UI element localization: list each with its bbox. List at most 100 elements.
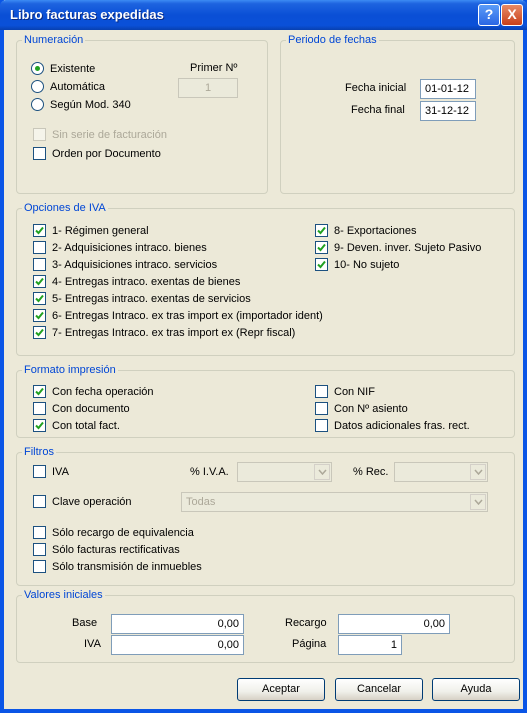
iva-option-checkbox-3[interactable]: 3- Adquisiciones intraco. servicios (33, 258, 217, 271)
recargo-equivalencia-checkbox[interactable]: Sólo recargo de equivalencia (33, 526, 194, 539)
pct-rec-select[interactable] (394, 462, 488, 482)
chevron-down-icon[interactable] (470, 494, 486, 510)
iva-option-box-8[interactable] (315, 224, 328, 237)
recargo-equivalencia-box[interactable] (33, 526, 46, 539)
iva-option-checkbox-9[interactable]: 9- Deven. inver. Sujeto Pasivo (315, 241, 481, 254)
pagina-input[interactable]: 1 (338, 635, 402, 655)
orden-documento-box[interactable] (33, 147, 46, 160)
iva-option-box-2[interactable] (33, 241, 46, 254)
iva-option-label-4: 4- Entregas intraco. exentas de bienes (52, 275, 241, 288)
radio-automatica[interactable]: Automática (31, 80, 105, 93)
formato-option-label-1: Con fecha operación (52, 385, 154, 398)
periodo-legend: Periodo de fechas (288, 34, 377, 46)
filtro-iva-label: IVA (52, 465, 69, 478)
iva-option-label-1: 1- Régimen general (52, 224, 149, 237)
iva-option-label-8: 8- Exportaciones (334, 224, 417, 237)
iva-option-checkbox-7[interactable]: 7- Entregas Intraco. ex tras import ex (… (33, 326, 295, 339)
formato-option-box-5[interactable] (315, 402, 328, 415)
recargo-equivalencia-label: Sólo recargo de equivalencia (52, 526, 194, 539)
formato-option-box-3[interactable] (33, 419, 46, 432)
fecha-final-input[interactable]: 31-12-12 (420, 101, 476, 121)
iva-option-box-3[interactable] (33, 258, 46, 271)
formato-option-box-4[interactable] (315, 385, 328, 398)
iva-option-checkbox-6[interactable]: 6- Entregas Intraco. ex tras import ex (… (33, 309, 323, 322)
iva-option-box-1[interactable] (33, 224, 46, 237)
iva-valor-input[interactable]: 0,00 (111, 635, 244, 655)
iva-option-checkbox-4[interactable]: 4- Entregas intraco. exentas de bienes (33, 275, 240, 288)
iva-option-box-6[interactable] (33, 309, 46, 322)
filtro-iva-box[interactable] (33, 465, 46, 478)
orden-documento-label: Orden por Documento (52, 147, 161, 160)
facturas-rectificativas-box[interactable] (33, 543, 46, 556)
ayuda-button[interactable]: Ayuda (432, 678, 520, 701)
transmision-inmuebles-checkbox[interactable]: Sólo transmisión de inmuebles (33, 560, 202, 573)
radio-segun-indicator[interactable] (31, 98, 44, 111)
formato-option-label-6: Datos adicionales fras. rect. (334, 419, 470, 432)
formato-option-box-2[interactable] (33, 402, 46, 415)
radio-automatica-indicator[interactable] (31, 80, 44, 93)
iva-option-box-7[interactable] (33, 326, 46, 339)
formato-option-checkbox-1[interactable]: Con fecha operación (33, 385, 154, 398)
iva-option-checkbox-10[interactable]: 10- No sujeto (315, 258, 399, 271)
radio-segun-label: Según Mod. 340 (50, 98, 131, 111)
facturas-rectificativas-checkbox[interactable]: Sólo facturas rectificativas (33, 543, 180, 556)
valores-legend: Valores iniciales (24, 589, 103, 601)
iva-option-checkbox-8[interactable]: 8- Exportaciones (315, 224, 417, 237)
pct-iva-select[interactable] (237, 462, 332, 482)
iva-option-box-4[interactable] (33, 275, 46, 288)
aceptar-button[interactable]: Aceptar (237, 678, 325, 701)
iva-option-checkbox-2[interactable]: 2- Adquisiciones intraco. bienes (33, 241, 207, 254)
chevron-down-icon[interactable] (470, 464, 486, 480)
formato-option-checkbox-4[interactable]: Con NIF (315, 385, 375, 398)
chevron-down-icon[interactable] (314, 464, 330, 480)
fecha-inicial-input[interactable]: 01-01-12 (420, 79, 476, 99)
filtro-iva-checkbox[interactable]: IVA (33, 465, 69, 478)
sin-serie-box[interactable] (33, 128, 46, 141)
primer-numero-label: Primer Nº (190, 62, 238, 74)
window-title: Libro facturas expedidas (10, 7, 164, 22)
radio-segun-mod[interactable]: Según Mod. 340 (31, 98, 131, 111)
radio-existente[interactable]: Existente (31, 62, 95, 75)
pagina-label: Página (292, 638, 327, 650)
iva-option-checkbox-1[interactable]: 1- Régimen general (33, 224, 149, 237)
pct-rec-label: % Rec. (353, 466, 389, 478)
clave-operacion-select[interactable]: Todas (181, 492, 488, 512)
iva-option-label-9: 9- Deven. inver. Sujeto Pasivo (334, 241, 482, 254)
formato-option-checkbox-6[interactable]: Datos adicionales fras. rect. (315, 419, 470, 432)
iva-option-box-5[interactable] (33, 292, 46, 305)
close-button[interactable]: X (501, 4, 523, 26)
recargo-input[interactable]: 0,00 (338, 614, 450, 634)
transmision-inmuebles-label: Sólo transmisión de inmuebles (52, 560, 202, 573)
clave-operacion-box[interactable] (33, 495, 46, 508)
formato-option-box-1[interactable] (33, 385, 46, 398)
iva-option-box-10[interactable] (315, 258, 328, 271)
formato-option-checkbox-3[interactable]: Con total fact. (33, 419, 120, 432)
iva-option-label-7: 7- Entregas Intraco. ex tras import ex (… (52, 326, 296, 339)
iva-legend: Opciones de IVA (24, 202, 106, 214)
formato-option-label-2: Con documento (52, 402, 130, 415)
dialog-window: Libro facturas expedidas ? X Numeración … (0, 0, 527, 713)
iva-option-label-3: 3- Adquisiciones intraco. servicios (52, 258, 218, 271)
iva-option-box-9[interactable] (315, 241, 328, 254)
formato-legend: Formato impresión (24, 364, 116, 376)
title-bar[interactable]: Libro facturas expedidas ? X (0, 0, 527, 30)
numeracion-group: Numeración (16, 34, 268, 194)
base-label: Base (72, 617, 98, 629)
iva-option-checkbox-5[interactable]: 5- Entregas intraco. exentas de servicio… (33, 292, 251, 305)
formato-option-checkbox-2[interactable]: Con documento (33, 402, 130, 415)
formato-option-box-6[interactable] (315, 419, 328, 432)
cancelar-button[interactable]: Cancelar (335, 678, 423, 701)
radio-existente-indicator[interactable] (31, 62, 44, 75)
iva-valor-label: IVA (84, 638, 101, 650)
numeracion-legend: Numeración (24, 34, 84, 46)
recargo-label: Recargo (285, 617, 327, 629)
base-input[interactable]: 0,00 (111, 614, 244, 634)
orden-documento-checkbox[interactable]: Orden por Documento (33, 147, 161, 160)
primer-numero-input[interactable]: 1 (178, 78, 238, 98)
transmision-inmuebles-box[interactable] (33, 560, 46, 573)
clave-operacion-checkbox[interactable]: Clave operación (33, 495, 132, 508)
filtros-legend: Filtros (24, 446, 54, 458)
formato-option-checkbox-5[interactable]: Con Nº asiento (315, 402, 408, 415)
sin-serie-checkbox[interactable]: Sin serie de facturación (33, 128, 167, 141)
help-title-button[interactable]: ? (478, 4, 500, 26)
